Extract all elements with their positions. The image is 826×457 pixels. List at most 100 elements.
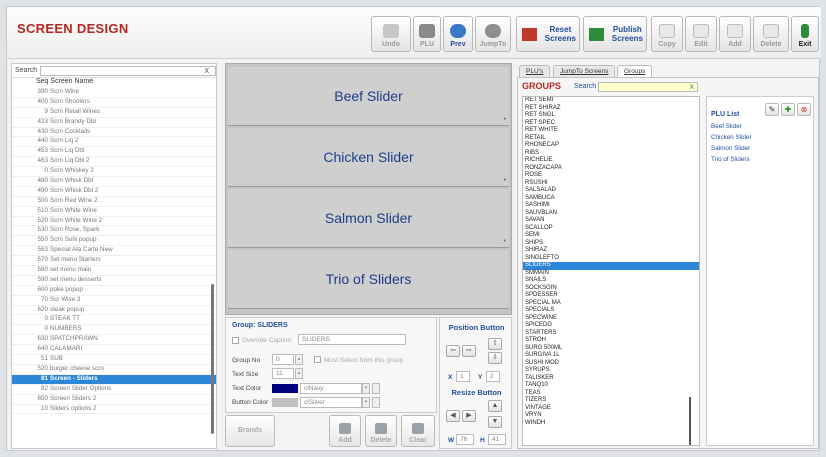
- tile-button[interactable]: Salmon Slider •: [228, 189, 509, 248]
- group-item[interactable]: SALSALAD: [523, 187, 699, 195]
- group-item[interactable]: SPECWINE: [523, 315, 699, 323]
- grow-width-button[interactable]: ▶: [462, 410, 476, 422]
- group-item[interactable]: SUSHI MOD: [523, 360, 699, 368]
- jumpto-button[interactable]: JumpTo: [475, 16, 511, 52]
- clear-search-icon[interactable]: X: [690, 84, 694, 91]
- add-button[interactable]: Add: [719, 16, 751, 52]
- group-item[interactable]: SPECIAL MA: [523, 300, 699, 308]
- list-item[interactable]: 70 Scr Wise 3: [12, 296, 216, 306]
- list-item[interactable]: 650 Screen Sliders 2: [12, 395, 216, 405]
- group-item[interactable]: SASHIMI: [523, 202, 699, 210]
- list-item[interactable]: 9 Scrn Retail Wines: [12, 108, 216, 118]
- tab-jumpto-screens[interactable]: JumpTo Screens: [553, 65, 616, 77]
- group-item[interactable]: TALISKER: [523, 375, 699, 383]
- list-item[interactable]: 480 Scrn Whisk Dbl: [12, 177, 216, 187]
- list-item[interactable]: 620 steak popup: [12, 306, 216, 316]
- group-item[interactable]: SLIDERS: [523, 262, 699, 270]
- brands-button[interactable]: Brands: [225, 415, 275, 447]
- list-item[interactable]: 570 Set menu Starters: [12, 256, 216, 267]
- plu-item[interactable]: Chicken Slider: [711, 134, 752, 141]
- list-item[interactable]: 640 CALAMARI: [12, 345, 216, 356]
- exit-button[interactable]: Exit: [791, 16, 819, 52]
- group-item[interactable]: SCALLOP: [523, 225, 699, 233]
- group-item[interactable]: STARTERS: [523, 330, 699, 338]
- list-item[interactable]: 0 STEAK TT: [12, 315, 216, 326]
- text-color-select[interactable]: clNavy: [300, 383, 362, 394]
- group-item[interactable]: RSUSHI: [523, 180, 699, 188]
- shrink-height-button[interactable]: ▼: [488, 416, 502, 428]
- group-item[interactable]: RET SNGL: [523, 112, 699, 120]
- group-no-field[interactable]: 0: [272, 354, 294, 365]
- list-item[interactable]: 423 Scrn Brandy Dbl: [12, 118, 216, 128]
- edit-plu-button[interactable]: ✎: [765, 103, 779, 116]
- group-item[interactable]: SYRUPS: [523, 367, 699, 375]
- list-item[interactable]: 520 Scrn White Wine 2: [12, 217, 216, 227]
- group-item[interactable]: SPECIALS: [523, 307, 699, 315]
- x-field[interactable]: 1: [456, 371, 470, 382]
- group-item[interactable]: RONZACAPA: [523, 165, 699, 173]
- button-color-select[interactable]: clSilver: [300, 397, 362, 408]
- button-color-dropdown[interactable]: ▾: [362, 397, 370, 408]
- list-item[interactable]: 590 set menu desserts: [12, 276, 216, 286]
- tab-groups[interactable]: Groups: [617, 65, 653, 77]
- list-item[interactable]: 51 SUB: [12, 355, 216, 365]
- list-item[interactable]: 0 Scrn Whiskey 2: [12, 167, 216, 178]
- group-item[interactable]: SURG 500ML: [523, 345, 699, 353]
- text-color-dropdown[interactable]: ▾: [362, 383, 370, 394]
- list-item[interactable]: 453 Scrn Liq Dbl: [12, 147, 216, 158]
- publish-screens-button[interactable]: Publish Screens: [583, 16, 647, 52]
- y-field[interactable]: 2: [486, 371, 500, 382]
- group-item[interactable]: RET SEMI: [523, 97, 699, 105]
- group-item[interactable]: SAUVBLAN: [523, 210, 699, 218]
- prev-button[interactable]: Prev: [443, 16, 473, 52]
- group-item[interactable]: RETAIL: [523, 135, 699, 143]
- list-item[interactable]: 500 Scrn Red Wine 2: [12, 197, 216, 207]
- plu-item[interactable]: Beef Slider: [711, 123, 742, 130]
- list-item[interactable]: 630 SPATCHPRAWN: [12, 335, 216, 346]
- list-item[interactable]: 580 set menu main: [12, 266, 216, 276]
- list-item[interactable]: 510 Scrn White Wine: [12, 207, 216, 217]
- group-item[interactable]: TEAS: [523, 390, 699, 398]
- group-item[interactable]: TANQ10: [523, 382, 699, 390]
- override-caption-checkbox[interactable]: [232, 337, 239, 344]
- list-item[interactable]: 390 Scrn Wine: [12, 88, 216, 98]
- must-select-checkbox[interactable]: [314, 356, 321, 363]
- group-scrollbar[interactable]: [689, 397, 691, 445]
- list-item[interactable]: 563 Special Ala Carte New: [12, 246, 216, 257]
- move-down-button[interactable]: ⇩: [488, 352, 502, 364]
- group-item[interactable]: RET SPEC: [523, 120, 699, 128]
- list-item[interactable]: 530 Scrn Rose, Spark: [12, 226, 216, 237]
- group-item[interactable]: RIBS: [523, 150, 699, 158]
- button-color-picker[interactable]: [372, 397, 380, 408]
- group-item[interactable]: SAMBUCA: [523, 195, 699, 203]
- tile-button[interactable]: Trio of Sliders: [228, 250, 509, 309]
- group-item[interactable]: SAVAN: [523, 217, 699, 225]
- group-item[interactable]: RET SHIRAZ: [523, 105, 699, 113]
- screen-search-input[interactable]: X: [40, 65, 216, 76]
- group-item[interactable]: SHIPS: [523, 240, 699, 248]
- list-item[interactable]: 550 Scrn Suhi popup: [12, 236, 216, 247]
- text-color-picker[interactable]: [372, 383, 380, 394]
- list-item[interactable]: 10 Sliders options 2: [12, 405, 216, 415]
- delete-button[interactable]: Delete: [753, 16, 789, 52]
- list-item[interactable]: 463 Scrn Liq Dbl 2: [12, 157, 216, 168]
- list-scrollbar[interactable]: [211, 284, 214, 434]
- group-item[interactable]: VINTAGE: [523, 405, 699, 413]
- list-item[interactable]: 520 burger cheese scrn: [12, 365, 216, 375]
- tile-button[interactable]: Beef Slider •: [228, 67, 509, 126]
- add-group-button[interactable]: Add: [329, 415, 361, 447]
- group-item[interactable]: SOCKSGIN: [523, 285, 699, 293]
- clear-button[interactable]: Clear: [401, 415, 435, 447]
- group-item[interactable]: TIZERS: [523, 397, 699, 405]
- plu-button[interactable]: PLU: [413, 16, 441, 52]
- caption-field[interactable]: SLIDERS: [298, 334, 406, 345]
- list-item[interactable]: 81 Screen - Sliders: [12, 374, 216, 385]
- reset-screens-button[interactable]: Reset Screens: [516, 16, 580, 52]
- move-right-button[interactable]: ⇨: [462, 345, 476, 357]
- group-item[interactable]: SEMI: [523, 232, 699, 240]
- width-field[interactable]: 76: [456, 434, 474, 445]
- move-up-button[interactable]: ⇧: [488, 338, 502, 350]
- group-item[interactable]: SPDESSER: [523, 292, 699, 300]
- group-item[interactable]: SHIRAZ: [523, 247, 699, 255]
- clear-search-icon[interactable]: X: [201, 68, 212, 75]
